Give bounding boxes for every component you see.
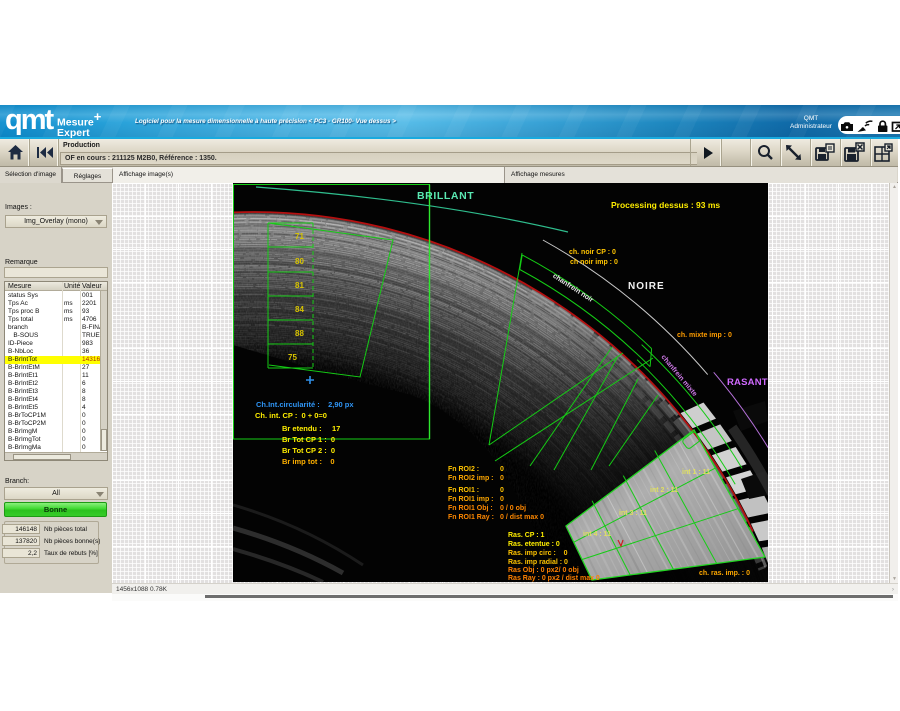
svg-text:Ras. CP : 1: Ras. CP : 1: [508, 532, 545, 539]
svg-text:Br Tot CP 1 : 0: Br Tot CP 1 : 0: [282, 435, 335, 444]
svg-text:75: 75: [288, 353, 297, 362]
svg-text:Fn ROI2 :: Fn ROI2 :: [448, 466, 479, 473]
svg-text:88: 88: [295, 329, 304, 338]
svg-text:ch noir imp : 0: ch noir imp : 0: [570, 259, 618, 266]
svg-text:Ras Obj : 0 px2/ 0 obj: Ras Obj : 0 px2/ 0 obj: [508, 567, 579, 574]
svg-text:Br Tot CP 2 : 0: Br Tot CP 2 : 0: [282, 446, 335, 455]
svg-text:Ras. imp circ : 0: Ras. imp circ : 0: [508, 550, 568, 557]
svg-text:Ras. etentue : 0: Ras. etentue : 0: [508, 541, 560, 548]
svg-text:Fn ROI1 :: Fn ROI1 :: [448, 487, 479, 494]
svg-text:0 / 0 obj: 0 / 0 obj: [500, 505, 526, 512]
svg-text:81: 81: [295, 281, 304, 290]
svg-text:80: 80: [295, 257, 304, 266]
svg-text:0: 0: [500, 475, 504, 482]
svg-text:Br imp tot : 0: Br imp tot : 0: [282, 457, 335, 466]
svg-text:NOIRE: NOIRE: [628, 281, 665, 292]
svg-text:ch. ras. imp. : 0: ch. ras. imp. : 0: [699, 570, 750, 577]
svg-text:Ch. int. CP : 0 + 0=0: Ch. int. CP : 0 + 0=0: [255, 411, 327, 420]
svg-text:84: 84: [295, 305, 304, 314]
svg-text:0 / dist max 0: 0 / dist max 0: [500, 514, 544, 521]
svg-text:Ras. imp radial : 0: Ras. imp radial : 0: [508, 559, 568, 566]
svg-text:0: 0: [500, 466, 504, 473]
svg-text:int 4 : 11: int 4 : 11: [583, 531, 611, 538]
svg-text:ch. noir CP : 0: ch. noir CP : 0: [569, 249, 616, 256]
svg-text:ch. mixte imp : 0: ch. mixte imp : 0: [677, 332, 732, 339]
svg-text:int 3 : 11: int 3 : 11: [619, 510, 647, 517]
svg-text:BRILLANT: BRILLANT: [417, 190, 474, 202]
svg-text:int 1 : 11: int 1 : 11: [682, 469, 710, 476]
svg-text:Fn ROI1 Obj :: Fn ROI1 Obj :: [448, 505, 493, 512]
svg-text:71: 71: [295, 232, 304, 241]
svg-text:Ras Ray : 0 px2 / dist max 0: Ras Ray : 0 px2 / dist max 0: [508, 575, 600, 582]
svg-text:Fn ROI2 imp :: Fn ROI2 imp :: [448, 475, 494, 482]
svg-text:Fn ROI1 Ray :: Fn ROI1 Ray :: [448, 514, 494, 521]
svg-text:Processing dessus : 93 ms: Processing dessus : 93 ms: [611, 200, 720, 210]
svg-text:Br etendu : 17: Br etendu : 17: [282, 424, 340, 433]
svg-text:0: 0: [500, 487, 504, 494]
svg-text:Fn ROI1 imp :: Fn ROI1 imp :: [448, 496, 494, 503]
svg-text:RASANT: RASANT: [727, 377, 768, 388]
svg-text:Ch.Int.circularité : 2,90 p: Ch.Int.circularité : 2,90 px: [256, 400, 354, 409]
svg-text:int 2 : 11: int 2 : 11: [650, 487, 678, 494]
svg-text:0: 0: [500, 496, 504, 503]
